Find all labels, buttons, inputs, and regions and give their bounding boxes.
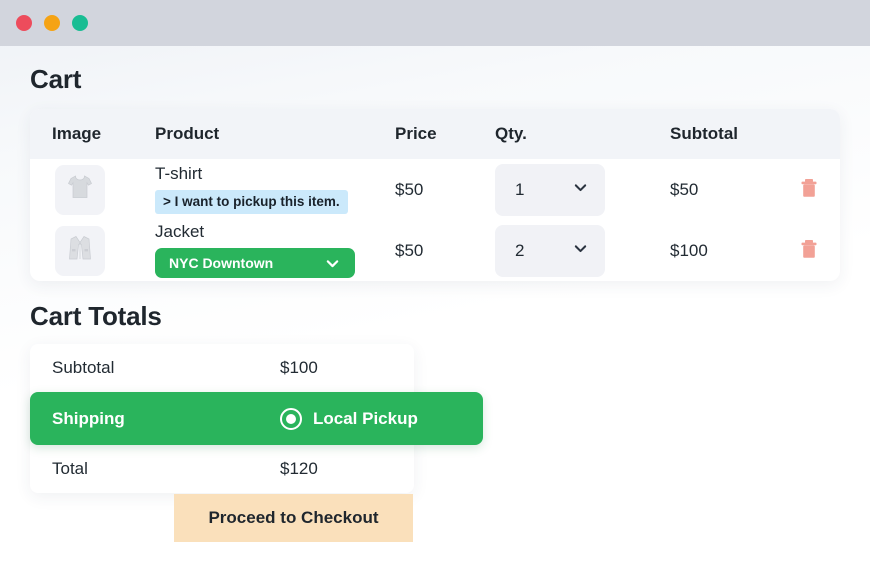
subtotal-label: Subtotal [52, 358, 115, 377]
product-thumbnail [55, 225, 105, 276]
cell-product: Jacket NYC Downtown [155, 220, 395, 281]
chevron-down-icon [572, 240, 589, 262]
cart-heading: Cart [30, 64, 82, 94]
cell-product: T-shirt > I want to pickup this item. [155, 159, 395, 220]
product-price: $50 [395, 179, 424, 199]
page-content: Cart Image Product Price Qty. Subtotal T… [0, 64, 870, 493]
cart-totals-heading: Cart Totals [30, 301, 162, 331]
product-subtotal: $100 [670, 240, 708, 260]
column-header-subtotal: Subtotal [670, 109, 795, 159]
chevron-down-icon [572, 179, 589, 201]
totals-row-subtotal: Subtotal $100 [30, 344, 414, 392]
total-label: Total [52, 459, 88, 478]
tshirt-icon [64, 171, 96, 208]
cell-remove [795, 220, 840, 281]
totals-row-total: Total $120 [30, 445, 414, 493]
trash-icon [799, 177, 819, 202]
cart-table-body: T-shirt > I want to pickup this item. $5… [30, 159, 840, 281]
column-header-image: Image [30, 109, 155, 159]
pickup-location-select[interactable]: NYC Downtown [155, 248, 355, 279]
product-price: $50 [395, 240, 424, 260]
trash-icon [799, 238, 819, 263]
cell-qty: 1 [495, 159, 670, 220]
remove-item-button[interactable] [799, 177, 819, 202]
shipping-option-label: Local Pickup [313, 408, 418, 428]
product-name: T-shirt [155, 164, 203, 184]
chevron-down-icon [324, 255, 341, 272]
cell-image [30, 220, 155, 281]
product-name: Jacket [155, 221, 205, 241]
cell-remove [795, 159, 840, 220]
total-value: $120 [280, 459, 318, 478]
product-thumbnail [55, 164, 105, 215]
column-header-product: Product [155, 109, 395, 159]
cell-image [30, 159, 155, 220]
shipping-option-local-pickup[interactable]: Local Pickup [280, 407, 418, 430]
cart-table-head: Image Product Price Qty. Subtotal [30, 109, 840, 159]
maximize-window-button[interactable] [72, 15, 88, 31]
subtotal-value: $100 [280, 358, 318, 377]
proceed-to-checkout-button[interactable]: Proceed to Checkout [174, 494, 413, 542]
column-header-price: Price [395, 109, 495, 159]
quantity-value: 1 [515, 179, 525, 199]
table-row: Jacket NYC Downtown $50 2 $100 [30, 220, 840, 281]
cart-totals-wrapper: Subtotal $100 Shipping Local Pickup Tota… [30, 344, 483, 493]
table-row: T-shirt > I want to pickup this item. $5… [30, 159, 840, 220]
close-window-button[interactable] [16, 15, 32, 31]
minimize-window-button[interactable] [44, 15, 60, 31]
pickup-location-value: NYC Downtown [169, 255, 274, 272]
jacket-icon [64, 232, 96, 269]
window-titlebar [0, 0, 870, 46]
quantity-select[interactable]: 2 [495, 224, 605, 277]
product-subtotal: $50 [670, 179, 699, 199]
column-header-remove [795, 109, 840, 159]
cell-qty: 2 [495, 220, 670, 281]
column-header-qty: Qty. [495, 109, 670, 159]
remove-item-button[interactable] [799, 238, 819, 263]
totals-row-shipping: Shipping Local Pickup [30, 392, 483, 445]
cart-table-header-row: Image Product Price Qty. Subtotal [30, 109, 840, 159]
radio-selected-icon [280, 407, 302, 430]
quantity-select[interactable]: 1 [495, 163, 605, 216]
cart-table-card: Image Product Price Qty. Subtotal T-shir… [30, 109, 840, 281]
pickup-item-link[interactable]: > I want to pickup this item. [155, 189, 348, 214]
cart-table: Image Product Price Qty. Subtotal T-shir… [30, 109, 840, 281]
quantity-value: 2 [515, 240, 525, 260]
cart-totals-card: Subtotal $100 Shipping Local Pickup Tota… [30, 344, 483, 493]
shipping-label: Shipping [52, 408, 125, 428]
